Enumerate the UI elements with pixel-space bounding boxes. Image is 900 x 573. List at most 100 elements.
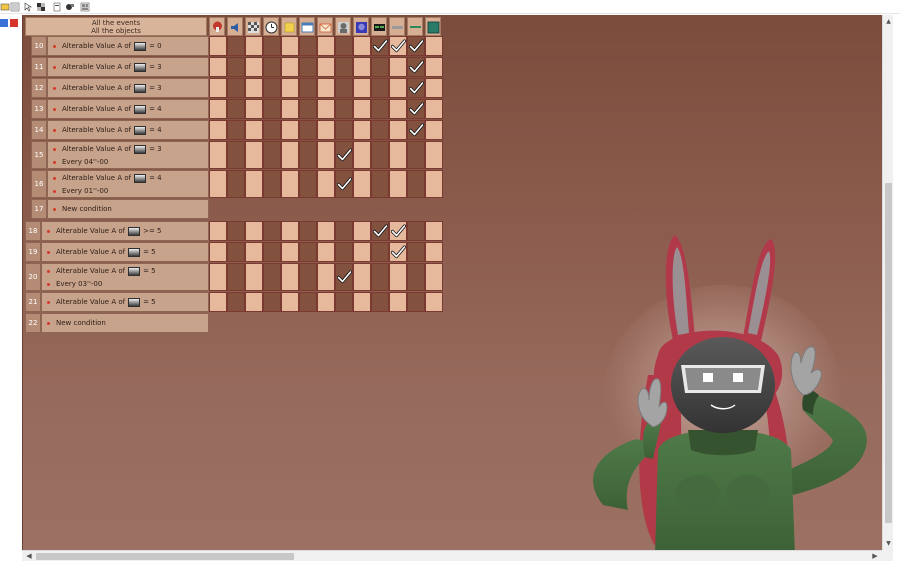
action-cell[interactable] (335, 36, 353, 56)
action-cell[interactable] (425, 141, 443, 169)
checker-icon[interactable] (36, 2, 46, 12)
action-cell[interactable] (389, 221, 407, 241)
action-cell[interactable] (299, 57, 317, 77)
action-cell[interactable] (299, 221, 317, 241)
scroll-left-icon[interactable]: ◀ (24, 551, 34, 562)
action-cell[interactable] (281, 221, 299, 241)
condition-cell[interactable]: New condition (41, 313, 209, 333)
event-number[interactable]: 21 (25, 292, 41, 312)
object-column-header[interactable] (335, 17, 351, 36)
action-cell[interactable] (389, 242, 407, 262)
object-column-header[interactable] (263, 17, 279, 36)
event-number[interactable]: 16 (31, 170, 47, 198)
action-cell[interactable] (407, 57, 425, 77)
action-cell[interactable] (227, 170, 245, 198)
properties-icon[interactable] (52, 2, 62, 12)
action-cell[interactable] (299, 36, 317, 56)
action-cell[interactable] (371, 120, 389, 140)
action-cell[interactable] (245, 263, 263, 291)
action-cell[interactable] (389, 78, 407, 98)
condition-cell[interactable]: Alterable Value A of = 3 (47, 57, 209, 77)
condition-cell[interactable]: Alterable Value A of = 3 Every 04''-00 (47, 141, 209, 169)
action-cell[interactable] (425, 120, 443, 140)
panel-icon[interactable] (0, 19, 8, 27)
action-cell[interactable] (245, 120, 263, 140)
action-cell[interactable] (263, 242, 281, 262)
event-number[interactable]: 17 (31, 199, 47, 219)
action-cell[interactable] (407, 263, 425, 291)
action-cell[interactable] (281, 170, 299, 198)
event-number[interactable]: 15 (31, 141, 47, 169)
action-cell[interactable] (263, 36, 281, 56)
event-number[interactable]: 11 (31, 57, 47, 77)
action-cell[interactable] (389, 263, 407, 291)
action-cell[interactable] (209, 292, 227, 312)
vertical-scrollbar[interactable]: ▲ ▼ (882, 15, 893, 550)
action-cell[interactable] (299, 170, 317, 198)
event-number[interactable]: 10 (31, 36, 47, 56)
action-cell[interactable] (371, 78, 389, 98)
action-cell[interactable] (299, 292, 317, 312)
action-cell[interactable] (425, 170, 443, 198)
storyboard-icon[interactable] (80, 2, 90, 12)
paint-icon[interactable] (65, 2, 75, 12)
object-column-header[interactable] (317, 17, 333, 36)
action-cell[interactable] (227, 263, 245, 291)
event-row[interactable]: 22 New condition (25, 313, 447, 333)
action-cell[interactable] (425, 263, 443, 291)
condition-cell[interactable]: Alterable Value A of = 5 (41, 242, 209, 262)
action-cell[interactable] (209, 221, 227, 241)
action-cell[interactable] (263, 120, 281, 140)
action-cell[interactable] (335, 78, 353, 98)
action-cell[interactable] (281, 78, 299, 98)
action-cell[interactable] (371, 36, 389, 56)
action-cell[interactable] (245, 36, 263, 56)
action-cell[interactable] (299, 120, 317, 140)
action-cell[interactable] (317, 242, 335, 262)
action-cell[interactable] (407, 170, 425, 198)
action-cell[interactable] (209, 57, 227, 77)
close-icon[interactable] (10, 19, 18, 33)
action-cell[interactable] (209, 141, 227, 169)
horizontal-scroll-thumb[interactable] (36, 553, 294, 560)
action-cell[interactable] (281, 120, 299, 140)
action-cell[interactable] (227, 99, 245, 119)
action-cell[interactable] (335, 57, 353, 77)
action-cell[interactable] (263, 263, 281, 291)
action-cell[interactable] (371, 263, 389, 291)
action-cell[interactable] (245, 99, 263, 119)
condition-cell[interactable]: Alterable Value A of = 0 (47, 36, 209, 56)
condition-cell[interactable]: Alterable Value A of = 3 (47, 78, 209, 98)
action-cell[interactable] (227, 221, 245, 241)
action-cell[interactable] (353, 170, 371, 198)
action-cell[interactable] (335, 170, 353, 198)
action-cell[interactable] (407, 141, 425, 169)
action-cell[interactable] (353, 263, 371, 291)
action-cell[interactable] (263, 141, 281, 169)
action-cell[interactable] (425, 57, 443, 77)
action-cell[interactable] (317, 99, 335, 119)
action-cell[interactable] (371, 242, 389, 262)
action-cell[interactable] (263, 221, 281, 241)
action-cell[interactable] (317, 221, 335, 241)
action-cell[interactable] (425, 78, 443, 98)
action-cell[interactable] (425, 242, 443, 262)
action-cell[interactable] (317, 141, 335, 169)
action-cell[interactable] (245, 221, 263, 241)
action-cell[interactable] (389, 120, 407, 140)
action-cell[interactable] (209, 120, 227, 140)
object-column-header[interactable] (425, 17, 441, 36)
condition-cell[interactable]: Alterable Value A of = 4 (47, 120, 209, 140)
action-cell[interactable] (227, 57, 245, 77)
action-cell[interactable] (245, 170, 263, 198)
action-cell[interactable] (353, 221, 371, 241)
action-cell[interactable] (407, 292, 425, 312)
action-cell[interactable] (407, 99, 425, 119)
events-filter-label[interactable]: All the events All the objects (25, 17, 207, 36)
action-cell[interactable] (335, 292, 353, 312)
event-number[interactable]: 12 (31, 78, 47, 98)
action-cell[interactable] (281, 99, 299, 119)
event-number[interactable]: 22 (25, 313, 41, 333)
object-column-header[interactable] (281, 17, 297, 36)
event-row[interactable]: 16 Alterable Value A of = 4 Every 01''-00 (25, 170, 447, 198)
